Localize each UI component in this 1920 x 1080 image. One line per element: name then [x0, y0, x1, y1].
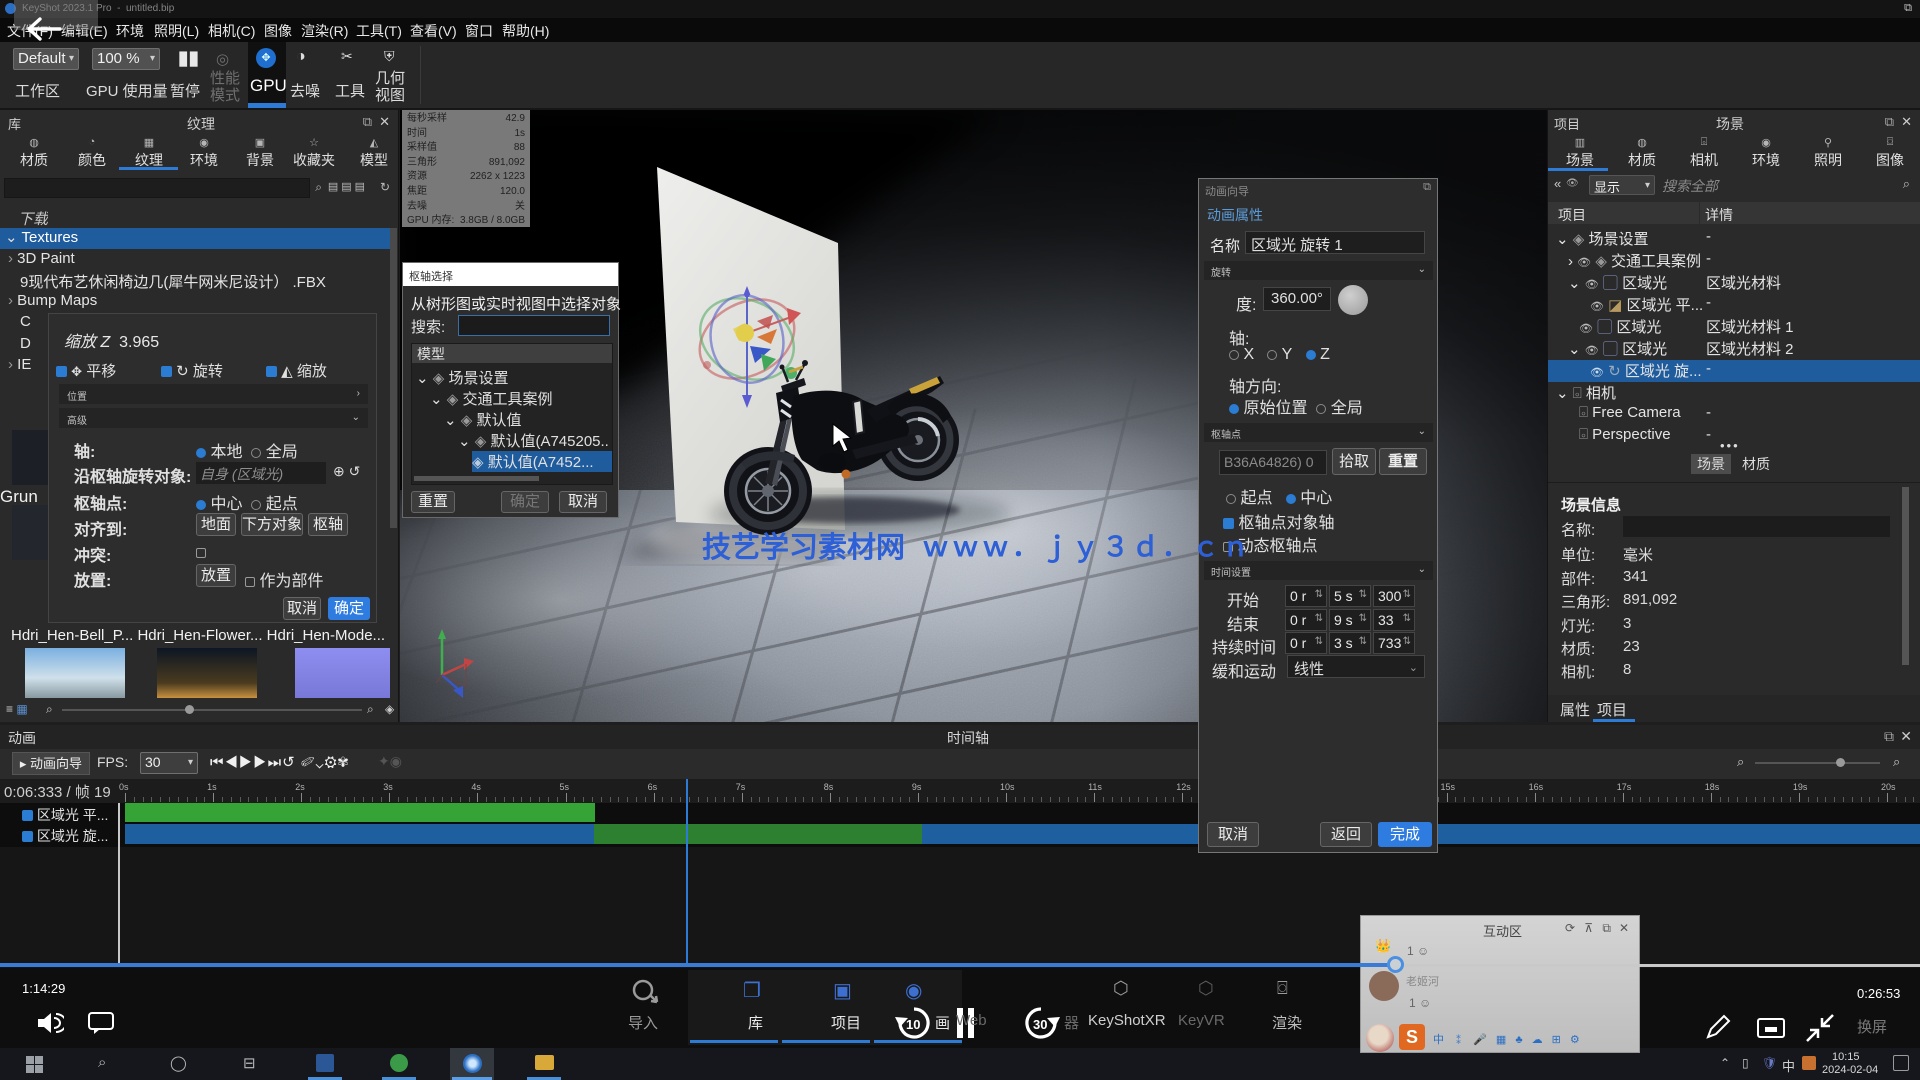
svg-text:30: 30 — [1033, 1017, 1047, 1032]
svg-text:10: 10 — [906, 1017, 920, 1032]
